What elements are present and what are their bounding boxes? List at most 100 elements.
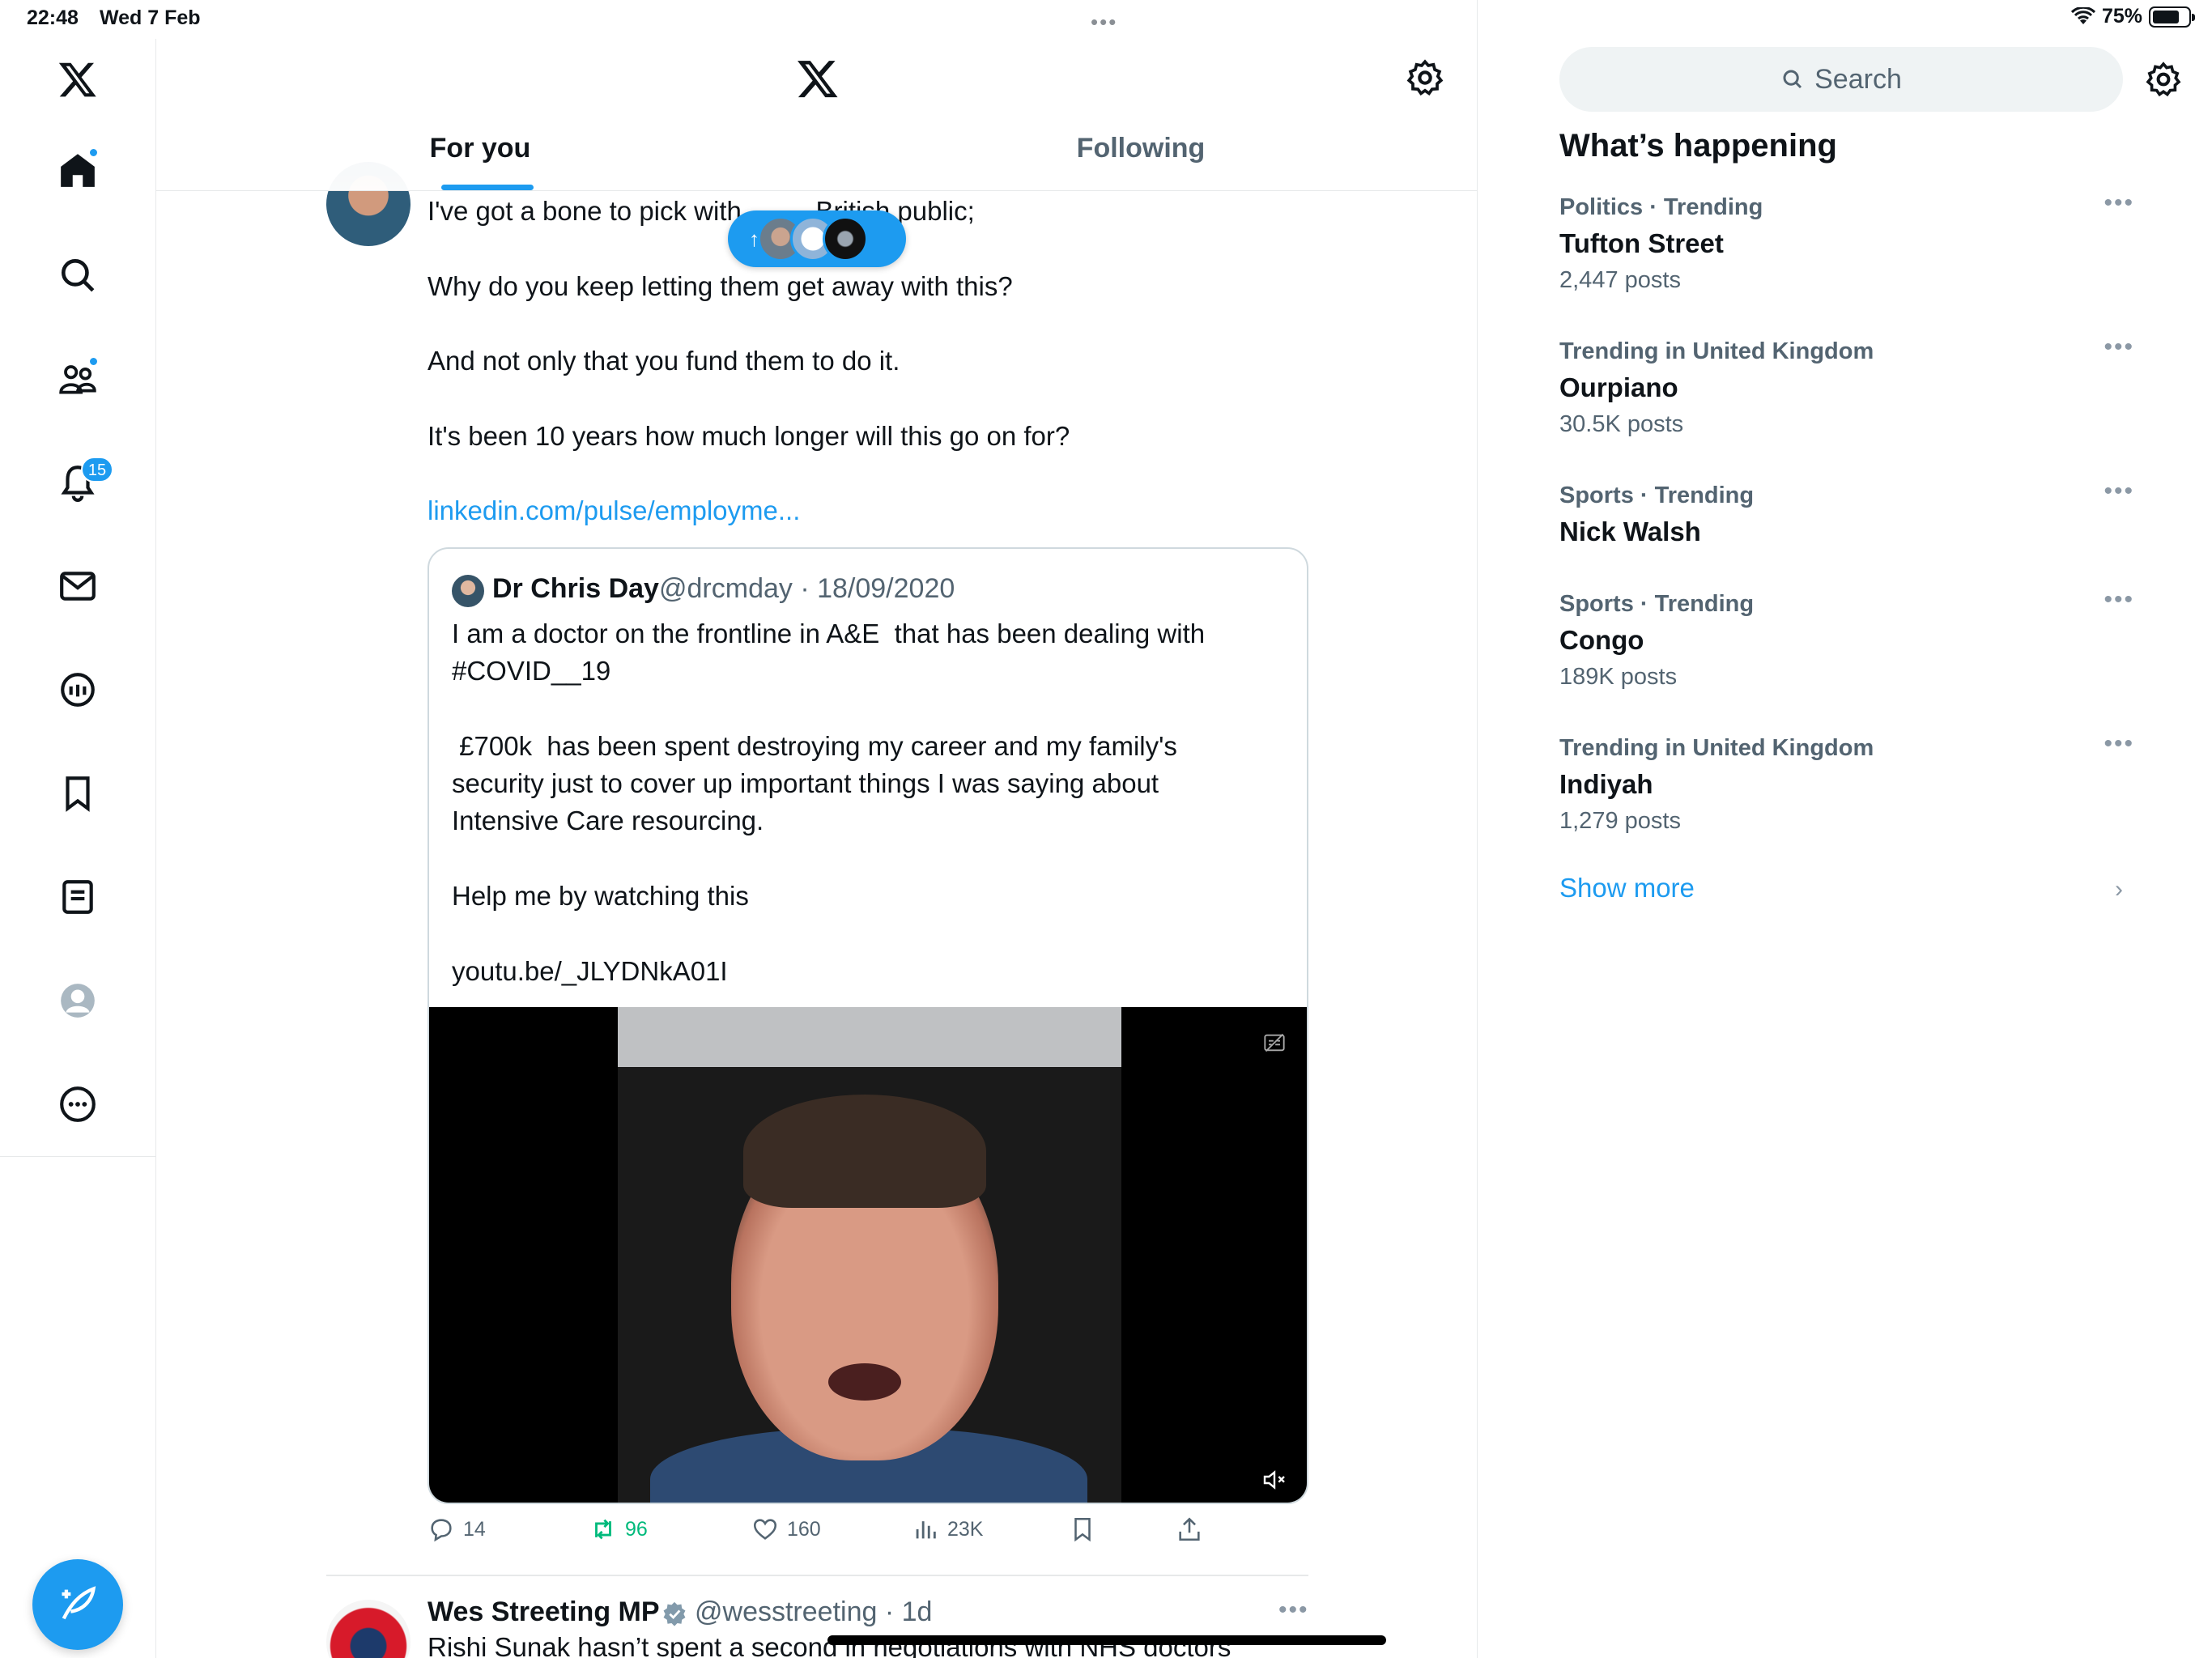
- tweet-divider: [326, 1575, 1308, 1576]
- trend-more-icon[interactable]: •••: [2104, 478, 2134, 505]
- home-icon[interactable]: [52, 144, 104, 196]
- tweet-more-icon[interactable]: •••: [1278, 1596, 1309, 1624]
- trend-title: Tufton Street: [1559, 228, 1724, 258]
- trend-more-icon[interactable]: •••: [2104, 189, 2134, 217]
- verified-badge-icon: [663, 1601, 686, 1626]
- like-count: 160: [787, 1517, 821, 1541]
- video-person-mouth: [828, 1363, 901, 1401]
- gear-icon[interactable]: [1405, 57, 1445, 98]
- trend-item[interactable]: Sports · Trending Nick Walsh •••: [1559, 478, 2134, 551]
- trend-more-icon[interactable]: •••: [2104, 586, 2134, 614]
- reply-count: 14: [463, 1517, 486, 1541]
- home-unread-dot: [88, 147, 99, 158]
- tweet-author-handle: @wesstreeting · 1d: [695, 1596, 933, 1627]
- gear-icon[interactable]: [2144, 60, 2183, 99]
- tab-following[interactable]: Following: [804, 133, 1477, 191]
- trend-more-icon[interactable]: •••: [2104, 730, 2134, 758]
- bookmark-button[interactable]: [1069, 1516, 1096, 1543]
- bookmarks-icon[interactable]: [52, 767, 104, 819]
- tweet-author-name[interactable]: Wes Streeting MP: [428, 1596, 660, 1628]
- quoted-tweet[interactable]: Dr Chris Day @drcmday · 18/09/2020 I am …: [428, 547, 1308, 1504]
- trend-meta: Trending in United Kingdom: [1559, 735, 1874, 761]
- quoted-text-line: security just to cover up important thin…: [452, 768, 1159, 798]
- tab-for-you[interactable]: For you: [156, 133, 804, 191]
- right-sidebar: Search What’s happening Politics · Trend…: [1478, 39, 2212, 1658]
- tweet-action-bar: 14 96 160 23K: [428, 1516, 1308, 1556]
- section-title: What’s happening: [1559, 128, 1837, 164]
- messages-icon[interactable]: [52, 560, 104, 612]
- retweet-count: 96: [625, 1517, 648, 1541]
- heart-icon: [753, 1519, 777, 1540]
- views-button[interactable]: 23K: [912, 1516, 983, 1543]
- trend-title: Indiyah: [1559, 769, 1653, 799]
- search-icon: [1783, 70, 1802, 89]
- home-indicator[interactable]: [827, 1635, 1386, 1645]
- reply-button[interactable]: 14: [428, 1516, 486, 1543]
- chevron-right-icon: ›: [2115, 876, 2123, 903]
- quoted-text-line: Intensive Care resourcing.: [452, 806, 764, 835]
- more-icon[interactable]: [52, 1078, 104, 1130]
- trend-count: 1,279 posts: [1559, 808, 1681, 834]
- quoted-text-line: Help me by watching this: [452, 881, 749, 911]
- nav-divider: [0, 1156, 156, 1157]
- notifications-badge: 15: [81, 457, 113, 483]
- share-icon: [1179, 1517, 1200, 1541]
- trend-meta: Trending in United Kingdom: [1559, 338, 1874, 364]
- trend-item[interactable]: Trending in United Kingdom Ourpiano 30.5…: [1559, 334, 2134, 442]
- like-button[interactable]: 160: [751, 1516, 821, 1543]
- tweet-author-avatar[interactable]: [326, 1600, 410, 1658]
- new-posts-pill[interactable]: ↑: [728, 210, 906, 267]
- quoted-text-line: I am a doctor on the frontline in A&E th…: [452, 619, 1206, 648]
- tweet-text-line: And not only that you fund them to do it…: [428, 346, 900, 376]
- quoted-author-name: Dr Chris Day: [492, 573, 659, 604]
- status-time: 22:48: [27, 6, 79, 29]
- trend-meta: Sports · Trending: [1559, 483, 1755, 508]
- compose-button[interactable]: [32, 1559, 123, 1650]
- trend-count: 30.5K posts: [1559, 411, 1684, 437]
- share-button[interactable]: [1176, 1516, 1203, 1543]
- mute-icon[interactable]: [1261, 1467, 1287, 1493]
- tweet-text-line: It's been 10 years how much longer will …: [428, 421, 1070, 451]
- profile-icon[interactable]: [52, 975, 104, 1027]
- search-input[interactable]: Search: [1559, 47, 2123, 112]
- quoted-text-line: £700k has been spent destroying my caree…: [452, 731, 1177, 761]
- trend-item[interactable]: Politics · Trending Tufton Street 2,447 …: [1559, 189, 2134, 298]
- trend-item[interactable]: Trending in United Kingdom Indiyah 1,279…: [1559, 730, 2134, 839]
- reply-icon: [431, 1519, 452, 1542]
- quoted-author-handle: @drcmday · 18/09/2020: [659, 573, 955, 604]
- search-placeholder: Search: [1814, 63, 1902, 95]
- communities-unread-dot: [88, 356, 99, 367]
- trend-count: 2,447 posts: [1559, 267, 1681, 293]
- x-logo-icon[interactable]: [796, 57, 840, 100]
- notifications-icon[interactable]: 15: [52, 457, 113, 508]
- battery-percentage: 75%: [2101, 5, 2142, 28]
- timeline-header: For you Following: [156, 39, 1477, 191]
- pill-avatar: [823, 216, 868, 261]
- trend-count: 189K posts: [1559, 664, 1678, 690]
- compose-icon: [62, 1586, 96, 1620]
- x-logo-icon[interactable]: [52, 53, 104, 105]
- battery-icon: [2149, 6, 2195, 28]
- quoted-text-line: youtu.be/_JLYDNkA01I: [452, 956, 728, 986]
- bookmark-icon: [1074, 1517, 1091, 1542]
- communities-icon[interactable]: [52, 353, 104, 405]
- video-player[interactable]: [429, 1007, 1307, 1503]
- active-tab-indicator: [441, 185, 534, 190]
- trend-title: Nick Walsh: [1559, 517, 1701, 546]
- retweet-button[interactable]: 96: [589, 1516, 648, 1543]
- status-right: 75%: [2070, 5, 2195, 28]
- views-icon: [916, 1521, 936, 1539]
- trend-more-icon[interactable]: •••: [2104, 334, 2134, 361]
- views-count: 23K: [947, 1517, 984, 1541]
- show-more-link[interactable]: Show more: [1559, 873, 1695, 903]
- trend-item[interactable]: Sports · Trending Congo 189K posts •••: [1559, 586, 2134, 695]
- retweet-icon: [595, 1519, 611, 1540]
- captions-icon[interactable]: [1263, 1031, 1286, 1054]
- trend-title: Ourpiano: [1559, 372, 1678, 402]
- quoted-author-avatar: [452, 575, 484, 607]
- tweet-link[interactable]: linkedin.com/pulse/employme...: [428, 495, 800, 526]
- lists-icon[interactable]: [52, 871, 104, 923]
- grok-icon[interactable]: [52, 664, 104, 716]
- search-icon[interactable]: [52, 249, 104, 301]
- video-frame: [618, 1007, 1121, 1503]
